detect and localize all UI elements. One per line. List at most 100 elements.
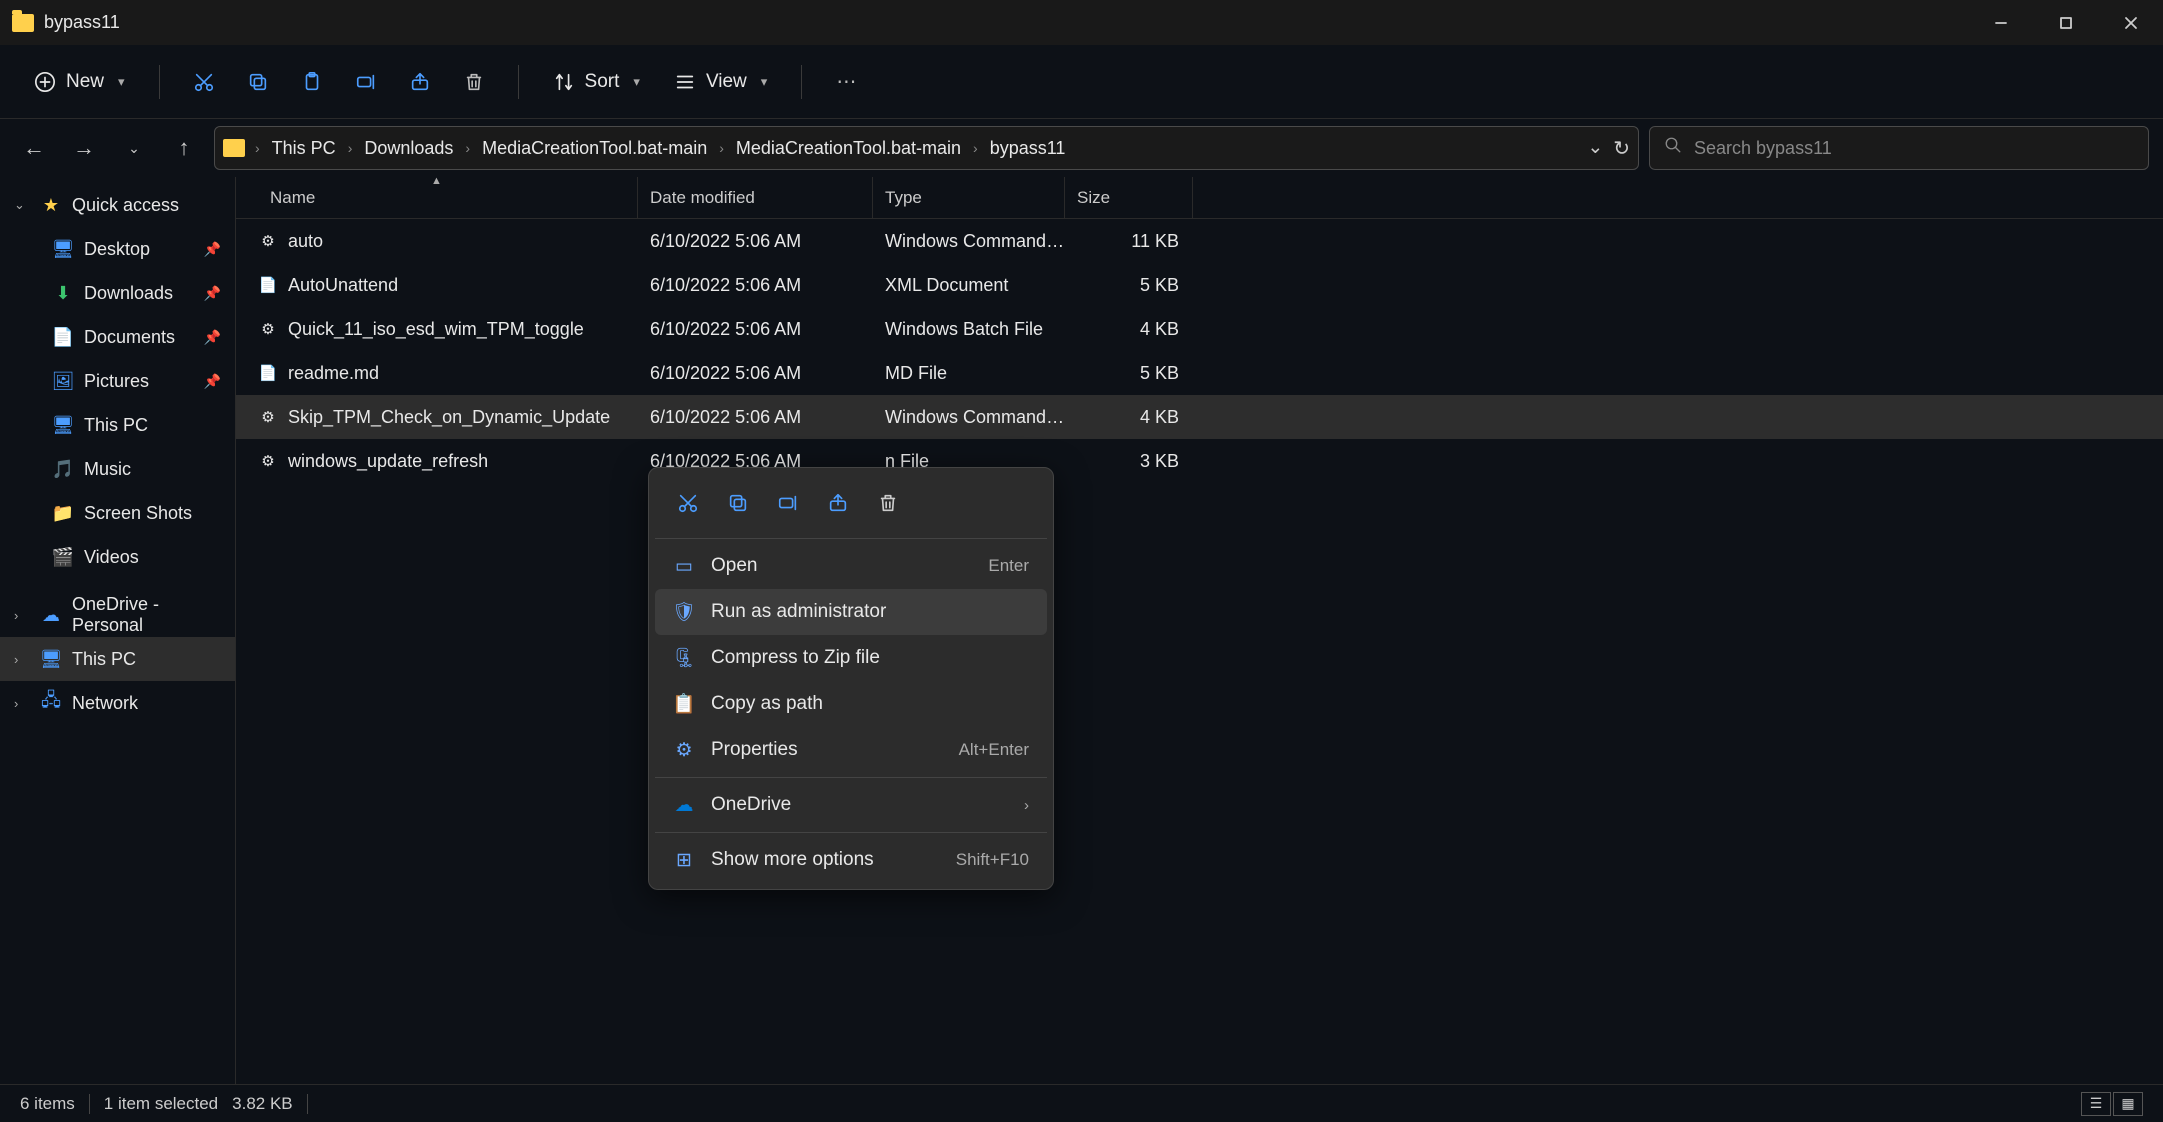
chevron-down-icon[interactable]: ⌄ bbox=[14, 197, 25, 213]
ctx-properties[interactable]: ⚙ Properties Alt+Enter bbox=[655, 727, 1047, 773]
sidebar-item-thispc[interactable]: 🖥 This PC bbox=[0, 403, 235, 447]
breadcrumb-separator: › bbox=[465, 140, 470, 156]
sidebar-label: Screen Shots bbox=[84, 503, 192, 524]
sidebar-onedrive[interactable]: ›☁OneDrive - Personal bbox=[0, 593, 235, 637]
new-label: New bbox=[66, 71, 104, 93]
back-button[interactable]: ← bbox=[14, 128, 54, 168]
close-button[interactable] bbox=[2098, 0, 2163, 45]
sidebar-item-screenshots[interactable]: 📁 Screen Shots bbox=[0, 491, 235, 535]
pin-icon: 📌 bbox=[204, 241, 221, 258]
sidebar-item-pictures[interactable]: 🖼Pictures📌 bbox=[0, 359, 235, 403]
zip-icon: 🗜 bbox=[673, 646, 695, 670]
ctx-show-more[interactable]: ⊞ Show more options Shift+F10 bbox=[655, 837, 1047, 883]
ctx-copy-button[interactable] bbox=[717, 482, 759, 524]
star-icon: ★ bbox=[40, 194, 62, 216]
folder-icon bbox=[12, 14, 34, 32]
search-icon bbox=[1664, 136, 1682, 160]
network-icon: 🖧 bbox=[40, 692, 62, 714]
document-icon: 📄 bbox=[52, 326, 74, 348]
ctx-copy-path[interactable]: 📋 Copy as path bbox=[655, 681, 1047, 727]
pc-icon: 🖥 bbox=[52, 414, 74, 436]
ctx-rename-button[interactable] bbox=[767, 482, 809, 524]
maximize-button[interactable] bbox=[2033, 0, 2098, 45]
cmd-file-icon: ⚙ bbox=[258, 407, 278, 427]
chevron-right-icon[interactable]: › bbox=[14, 608, 18, 623]
desktop-icon: 🖥 bbox=[52, 238, 74, 260]
chevron-right-icon[interactable]: › bbox=[14, 652, 18, 667]
context-menu: ▭ Open Enter 🛡 Run as administrator 🗜 Co… bbox=[648, 467, 1054, 890]
file-row[interactable]: ⚙auto 6/10/2022 5:06 AM Windows Command … bbox=[236, 219, 2163, 263]
file-row[interactable]: ⚙Skip_TPM_Check_on_Dynamic_Update 6/10/2… bbox=[236, 395, 2163, 439]
view-thumbnails-button[interactable]: ▦ bbox=[2113, 1092, 2143, 1116]
breadcrumb[interactable]: MediaCreationTool.bat-main bbox=[476, 134, 713, 163]
breadcrumb[interactable]: MediaCreationTool.bat-main bbox=[730, 134, 967, 163]
sidebar-network[interactable]: ›🖧Network bbox=[0, 681, 235, 725]
view-button[interactable]: View ▾ bbox=[660, 63, 781, 101]
more-button[interactable]: ⋯ bbox=[822, 58, 870, 106]
ctx-onedrive[interactable]: ☁ OneDrive › bbox=[655, 782, 1047, 828]
sidebar: ⌄ ★ Quick access 🖥Desktop📌 ⬇Downloads📌 📄… bbox=[0, 177, 236, 1084]
sidebar-item-downloads[interactable]: ⬇Downloads📌 bbox=[0, 271, 235, 315]
breadcrumb[interactable]: bypass11 bbox=[984, 134, 1072, 163]
file-list-area: ▲Name Date modified Type Size ⚙auto 6/10… bbox=[236, 177, 2163, 1084]
forward-button[interactable]: → bbox=[64, 128, 104, 168]
recent-button[interactable]: ⌄ bbox=[114, 128, 154, 168]
sidebar-label: This PC bbox=[84, 415, 148, 436]
ctx-compress[interactable]: 🗜 Compress to Zip file bbox=[655, 635, 1047, 681]
share-button[interactable] bbox=[396, 58, 444, 106]
refresh-button[interactable]: ↻ bbox=[1613, 136, 1630, 161]
music-icon: 🎵 bbox=[52, 458, 74, 480]
pin-icon: 📌 bbox=[204, 285, 221, 302]
open-icon: ▭ bbox=[673, 555, 695, 578]
new-button[interactable]: New ▾ bbox=[20, 63, 139, 101]
file-row[interactable]: ⚙Quick_11_iso_esd_wim_TPM_toggle 6/10/20… bbox=[236, 307, 2163, 351]
cmd-file-icon: ⚙ bbox=[258, 231, 278, 251]
sidebar-item-videos[interactable]: 🎬Videos bbox=[0, 535, 235, 579]
column-header-type[interactable]: Type bbox=[873, 177, 1065, 218]
ctx-run-as-administrator[interactable]: 🛡 Run as administrator bbox=[655, 589, 1047, 635]
path-icon: 📋 bbox=[673, 692, 695, 716]
breadcrumb[interactable]: This PC bbox=[266, 134, 342, 163]
xml-file-icon: 📄 bbox=[258, 275, 278, 295]
search-box[interactable] bbox=[1649, 126, 2149, 170]
sidebar-thispc[interactable]: ›🖥This PC bbox=[0, 637, 235, 681]
sidebar-item-music[interactable]: 🎵Music bbox=[0, 447, 235, 491]
file-row[interactable]: 📄AutoUnattend 6/10/2022 5:06 AM XML Docu… bbox=[236, 263, 2163, 307]
view-details-button[interactable]: ☰ bbox=[2081, 1092, 2111, 1116]
sort-button[interactable]: Sort ▾ bbox=[539, 63, 654, 101]
up-button[interactable]: ↑ bbox=[164, 128, 204, 168]
sort-label: Sort bbox=[585, 71, 620, 93]
column-header-date[interactable]: Date modified bbox=[638, 177, 873, 218]
minimize-button[interactable] bbox=[1968, 0, 2033, 45]
sidebar-quick-access[interactable]: ⌄ ★ Quick access bbox=[0, 183, 235, 227]
sidebar-item-documents[interactable]: 📄Documents📌 bbox=[0, 315, 235, 359]
paste-button[interactable] bbox=[288, 58, 336, 106]
shield-icon: 🛡 bbox=[673, 600, 695, 624]
ctx-open[interactable]: ▭ Open Enter bbox=[655, 543, 1047, 589]
delete-button[interactable] bbox=[450, 58, 498, 106]
folder-icon bbox=[223, 139, 245, 157]
chevron-right-icon[interactable]: › bbox=[14, 696, 18, 711]
column-header-name[interactable]: ▲Name bbox=[236, 177, 638, 218]
sidebar-label: Documents bbox=[84, 327, 175, 348]
pictures-icon: 🖼 bbox=[52, 370, 74, 392]
title-bar: bypass11 bbox=[0, 0, 2163, 45]
copy-button[interactable] bbox=[234, 58, 282, 106]
ctx-delete-button[interactable] bbox=[867, 482, 909, 524]
address-dropdown-button[interactable]: ⌄ bbox=[1587, 136, 1603, 161]
ctx-share-button[interactable] bbox=[817, 482, 859, 524]
breadcrumb[interactable]: Downloads bbox=[358, 134, 459, 163]
file-row[interactable]: ⚙windows_update_refresh 6/10/2022 5:06 A… bbox=[236, 439, 2163, 483]
folder-icon: 📁 bbox=[52, 502, 74, 524]
search-input[interactable] bbox=[1694, 138, 2134, 159]
rename-button[interactable] bbox=[342, 58, 390, 106]
md-file-icon: 📄 bbox=[258, 363, 278, 383]
column-header-size[interactable]: Size bbox=[1065, 177, 1193, 218]
cut-button[interactable] bbox=[180, 58, 228, 106]
address-bar[interactable]: › This PC › Downloads › MediaCreationToo… bbox=[214, 126, 1639, 170]
ctx-cut-button[interactable] bbox=[667, 482, 709, 524]
column-headers: ▲Name Date modified Type Size bbox=[236, 177, 2163, 219]
sidebar-item-desktop[interactable]: 🖥Desktop📌 bbox=[0, 227, 235, 271]
status-selection: 1 item selected bbox=[104, 1094, 218, 1114]
file-row[interactable]: 📄readme.md 6/10/2022 5:06 AM MD File 5 K… bbox=[236, 351, 2163, 395]
